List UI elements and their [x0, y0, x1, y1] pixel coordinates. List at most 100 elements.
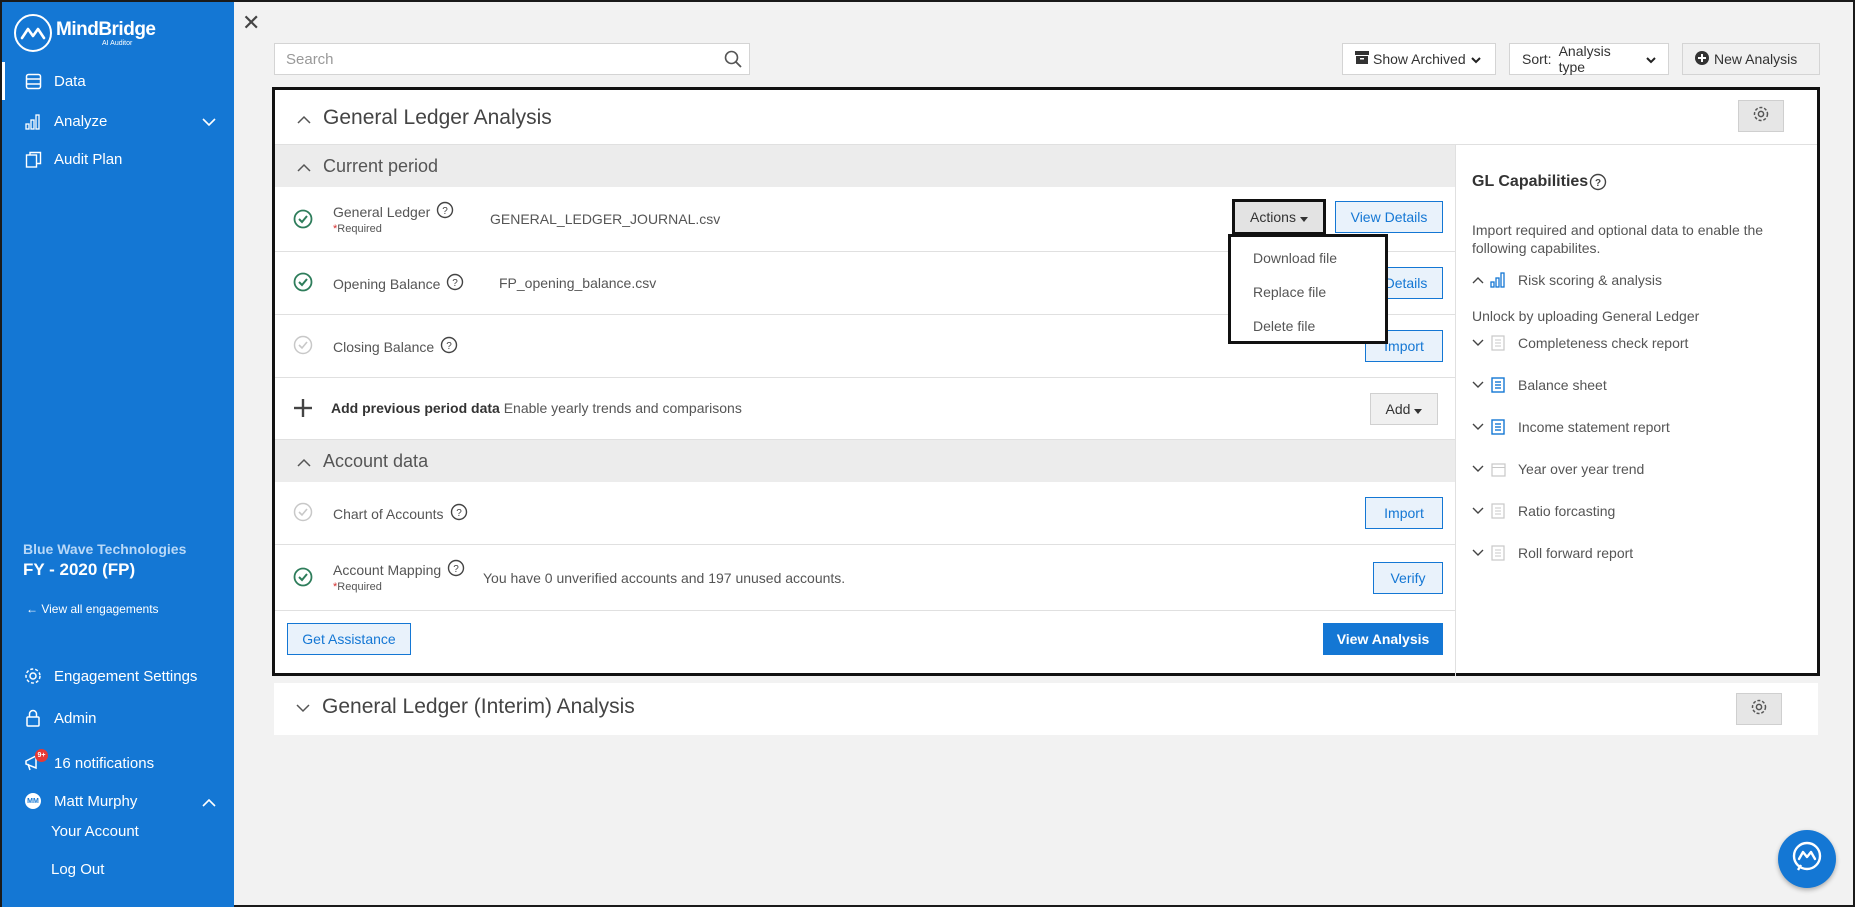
check-circle-icon — [293, 209, 313, 234]
chevron-up-icon[interactable] — [202, 794, 216, 811]
new-analysis-button[interactable]: New Analysis — [1682, 43, 1820, 75]
chevron-up-icon — [1472, 276, 1486, 284]
capability-item[interactable]: Completeness check report — [1472, 335, 1688, 351]
nav-admin[interactable]: Admin — [2, 699, 234, 737]
close-icon[interactable]: ✕ — [242, 10, 260, 36]
logo-mark-icon — [14, 14, 52, 52]
previous-period-row: Add previous period data Enable yearly t… — [275, 378, 1455, 440]
menu-item-delete-file[interactable]: Delete file — [1253, 318, 1315, 334]
interim-settings-button[interactable] — [1736, 693, 1782, 725]
report-icon — [1490, 377, 1506, 393]
chat-assistant-button[interactable] — [1778, 830, 1836, 888]
nav-data[interactable]: Data — [2, 62, 234, 100]
user-menu[interactable]: MM Matt Murphy — [2, 782, 234, 820]
chevron-down-icon — [1472, 507, 1486, 515]
sort-dropdown[interactable]: Sort: Analysis type — [1509, 43, 1669, 75]
chevron-up-icon — [297, 451, 311, 472]
plus-icon[interactable] — [293, 398, 313, 423]
show-archived-button[interactable]: Show Archived — [1342, 43, 1496, 75]
chevron-down-icon — [1472, 339, 1486, 347]
menu-item-replace-file[interactable]: Replace file — [1253, 284, 1326, 300]
svg-text:?: ? — [443, 206, 449, 217]
avatar: MM — [24, 792, 42, 810]
data-sources-column: Current period General Ledger ? *Require… — [275, 144, 1455, 676]
current-period-header[interactable]: Current period — [275, 145, 1455, 187]
view-analysis-button[interactable]: View Analysis — [1323, 623, 1443, 655]
verify-button[interactable]: Verify — [1373, 562, 1443, 594]
panel-settings-button[interactable] — [1738, 100, 1784, 132]
capability-item[interactable]: Ratio forcasting — [1472, 503, 1615, 519]
arrow-left-icon: ← — [26, 602, 38, 616]
help-icon[interactable]: ? — [1589, 173, 1607, 191]
view-details-button[interactable]: View Details — [1335, 201, 1443, 233]
import-chart-of-accounts-button[interactable]: Import — [1365, 497, 1443, 529]
get-assistance-button[interactable]: Get Assistance — [287, 623, 411, 655]
required-note: *Required — [333, 223, 382, 235]
chevron-down-icon — [1470, 51, 1481, 67]
your-account-link[interactable]: Your Account — [51, 823, 139, 840]
capability-item[interactable]: Year over year trend — [1472, 461, 1644, 477]
search-icon[interactable] — [717, 50, 749, 68]
nav-engagement-settings[interactable]: Engagement Settings — [2, 657, 234, 695]
check-circle-outline-icon — [293, 335, 313, 360]
help-icon[interactable]: ? — [440, 336, 458, 357]
general-ledger-analysis-panel: General Ledger Analysis Current period G… — [272, 87, 1820, 676]
svg-text:?: ? — [453, 564, 459, 575]
help-icon[interactable]: ? — [447, 559, 465, 580]
gear-icon — [24, 667, 42, 685]
view-all-engagements-link[interactable]: ← View all engagements — [26, 602, 159, 616]
account-mapping-message: You have 0 unverified accounts and 197 u… — [483, 570, 846, 586]
general-ledger-filename: GENERAL_LEDGER_JOURNAL.csv — [490, 211, 721, 227]
check-circle-icon — [293, 272, 313, 297]
nav-audit-plan[interactable]: Audit Plan — [2, 140, 234, 178]
gl-capabilities-title: GL Capabilities ? — [1472, 173, 1607, 191]
interim-panel-title[interactable]: General Ledger (Interim) Analysis — [296, 695, 635, 719]
chevron-down-icon — [1472, 549, 1486, 557]
plus-circle-icon — [1695, 50, 1709, 68]
chat-icon — [1790, 840, 1824, 879]
account-data-header[interactable]: Account data — [275, 440, 1455, 482]
add-previous-period-button[interactable]: Add — [1370, 393, 1438, 425]
brand-tagline: AI Auditor — [102, 39, 133, 47]
required-note: *Required — [333, 581, 382, 593]
nav-audit-plan-label: Audit Plan — [54, 150, 123, 168]
panel-title[interactable]: General Ledger Analysis — [297, 106, 552, 130]
capability-item[interactable]: Income statement report — [1472, 419, 1670, 435]
gear-icon — [1750, 698, 1768, 721]
help-icon[interactable]: ? — [446, 273, 464, 294]
chevron-up-icon — [297, 156, 311, 177]
log-out-link[interactable]: Log Out — [51, 861, 104, 878]
notifications-label: 16 notifications — [54, 754, 155, 772]
clipboard-icon — [24, 150, 42, 168]
check-circle-outline-icon — [293, 502, 313, 527]
capability-item[interactable]: Balance sheet — [1472, 377, 1607, 393]
help-icon[interactable]: ? — [436, 201, 454, 222]
search-input[interactable] — [286, 50, 717, 68]
svg-text:?: ? — [446, 341, 452, 352]
chart-of-accounts-label: Chart of Accounts ? — [333, 503, 468, 524]
report-icon — [1490, 419, 1506, 435]
document-icon — [1490, 335, 1506, 351]
mindbridge-logo[interactable]: MindBridge AI Auditor — [14, 14, 156, 52]
capability-risk-scoring[interactable]: Risk scoring & analysis — [1472, 272, 1662, 288]
notification-badge: 9+ — [35, 749, 48, 762]
capability-item[interactable]: Roll forward report — [1472, 545, 1633, 561]
engagement-company: Blue Wave Technologies — [23, 541, 187, 557]
menu-item-download-file[interactable]: Download file — [1253, 250, 1337, 266]
search-box — [274, 43, 750, 75]
help-icon[interactable]: ? — [450, 503, 468, 524]
capabilities-unlock-note: Unlock by uploading General Ledger — [1472, 308, 1700, 324]
chevron-down-icon[interactable] — [202, 114, 216, 131]
chevron-down-icon — [1472, 423, 1486, 431]
admin-label: Admin — [54, 709, 97, 727]
actions-dropdown-button[interactable]: Actions — [1232, 199, 1326, 235]
caret-down-icon — [1414, 401, 1423, 417]
gear-icon — [1752, 105, 1770, 128]
brand-name: MindBridge — [56, 18, 156, 40]
chart-of-accounts-row: Chart of Accounts ? Import — [275, 482, 1455, 545]
nav-data-label: Data — [54, 72, 86, 90]
general-ledger-label: General Ledger ? — [333, 201, 454, 222]
svg-text:?: ? — [456, 508, 462, 519]
nav-analyze[interactable]: Analyze — [2, 102, 234, 140]
engagement-period: FY - 2020 (FP) — [23, 560, 136, 579]
